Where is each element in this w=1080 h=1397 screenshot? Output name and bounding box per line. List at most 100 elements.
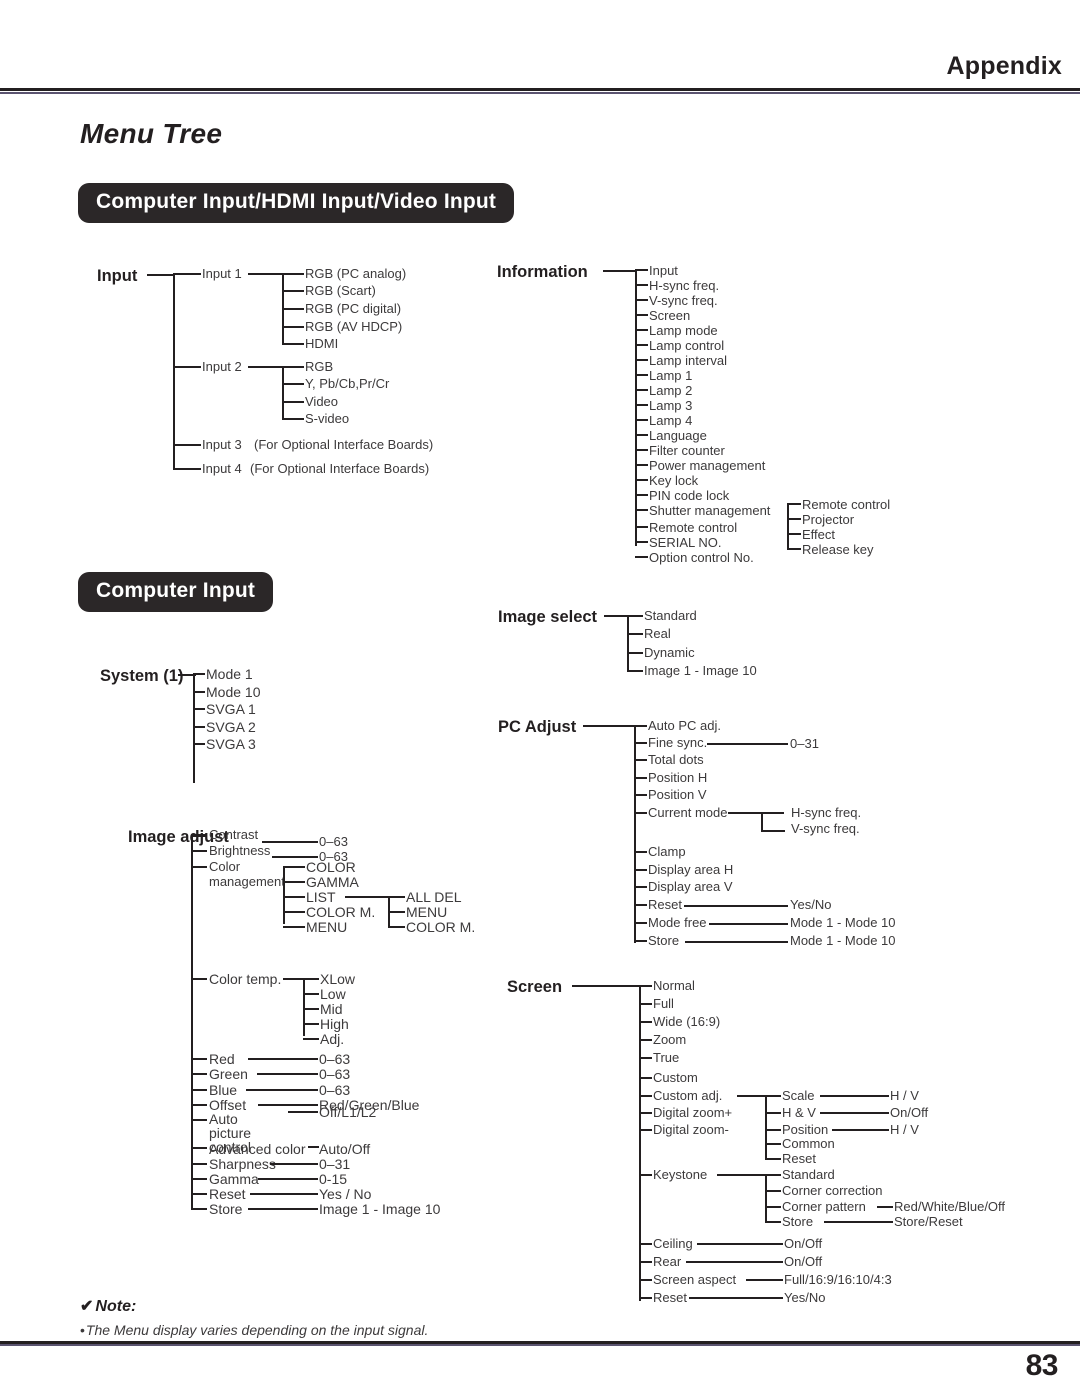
connector: [248, 1058, 318, 1061]
tree-leaf: Standard: [644, 608, 697, 623]
connector: [272, 856, 318, 859]
tree-node-blue: Blue: [209, 1082, 238, 1098]
connector: [191, 1104, 207, 1107]
connector: [257, 1073, 318, 1076]
connector: [728, 812, 784, 815]
connector: [787, 503, 790, 549]
tree-node-position-h: Position H: [648, 770, 708, 785]
tree-leaf: ALL DEL: [406, 889, 462, 905]
tree-node-screen-aspect: Screen aspect: [653, 1272, 737, 1287]
connector: [639, 1243, 652, 1246]
section-heading-computer-input: Computer Input: [78, 572, 274, 612]
tree-leaf: GAMMA: [306, 874, 359, 890]
connector: [765, 1095, 781, 1098]
tree-value: H / V: [890, 1088, 919, 1103]
connector: [282, 401, 304, 404]
connector: [639, 985, 642, 1301]
tree-node-brightness: Brightness: [209, 843, 271, 858]
connector: [639, 1261, 652, 1264]
tree-note-input-4: (For Optional Interface Boards): [250, 461, 430, 476]
tree-node-advanced-color: Advanced color: [209, 1141, 306, 1157]
connector: [685, 941, 788, 944]
tree-leaf-common: Common: [782, 1136, 835, 1151]
tree-note-input-3: (For Optional Interface Boards): [254, 437, 434, 452]
connector: [787, 518, 801, 521]
tree-leaf: Release key: [802, 542, 874, 557]
connector: [787, 533, 801, 536]
connector: [282, 383, 304, 386]
connector: [303, 1008, 319, 1011]
tree-leaf: H-sync freq.: [791, 805, 862, 820]
tree-node-pc-reset: Reset: [648, 897, 682, 912]
tree-leaf: COLOR M.: [306, 904, 376, 920]
tree-leaf: COLOR: [306, 859, 356, 875]
tree-leaf: V-sync freq.: [649, 293, 718, 308]
connector: [282, 273, 304, 276]
tree-value: 0–63: [319, 1082, 351, 1098]
connector: [765, 1158, 781, 1161]
tree-value: Mode 1 - Mode 10: [790, 933, 896, 948]
connector: [761, 812, 764, 831]
connector: [173, 444, 201, 447]
connector: [191, 1163, 207, 1166]
tree-node-mode-free: Mode free: [648, 915, 707, 930]
tree-leaf: SVGA 3: [206, 736, 256, 752]
connector: [191, 1193, 207, 1196]
connector: [639, 1077, 652, 1080]
tree-leaf: MENU: [306, 919, 348, 935]
connector: [832, 1129, 889, 1132]
connector: [308, 1146, 319, 1149]
connector: [765, 1129, 781, 1132]
connector: [270, 1163, 318, 1166]
connector: [639, 985, 652, 988]
connector: [634, 851, 647, 854]
connector: [707, 743, 788, 746]
connector: [627, 615, 630, 670]
tree-root-image-select: Image select: [498, 608, 598, 626]
tree-node-zoom: Zoom: [653, 1032, 687, 1047]
appendix-section-header: Appendix: [946, 52, 1062, 80]
connector: [765, 1190, 781, 1193]
connector: [634, 725, 637, 943]
tree-value: Yes / No: [319, 1186, 372, 1202]
tree-value: On/Off: [784, 1254, 823, 1269]
connector: [635, 494, 648, 497]
tree-node-red: Red: [209, 1051, 235, 1067]
connector: [746, 1279, 783, 1282]
tree-value: Auto/Off: [319, 1141, 371, 1157]
connector: [288, 1111, 318, 1114]
check-icon: ✔: [80, 1298, 94, 1315]
connector: [639, 1057, 652, 1060]
tree-leaf: Mid: [320, 1001, 343, 1017]
tree-node-store: Store: [209, 1201, 243, 1217]
connector: [173, 273, 201, 276]
tree-root-screen: Screen: [507, 978, 563, 996]
tree-root-pc-adjust: PC Adjust: [498, 718, 577, 736]
tree-node-display-area-v: Display area V: [648, 879, 733, 894]
tree-leaf: RGB: [305, 359, 334, 374]
connector: [634, 759, 647, 762]
connector: [191, 1147, 207, 1150]
tree-node-clamp: Clamp: [648, 844, 686, 859]
tree-value: 0–31: [319, 1156, 351, 1172]
tree-leaf: PIN code lock: [649, 488, 730, 503]
tree-value: On/Off: [784, 1236, 823, 1251]
connector: [697, 1243, 783, 1246]
tree-leaf: Adj.: [320, 1031, 345, 1047]
connector: [191, 1073, 207, 1076]
connector: [635, 284, 648, 287]
connector: [388, 926, 405, 929]
connector: [250, 1193, 318, 1196]
connector: [634, 742, 647, 745]
connector: [282, 343, 304, 346]
connector: [303, 1023, 319, 1026]
connector: [303, 993, 319, 996]
connector: [191, 866, 207, 869]
tree-leaf: RGB (Scart): [305, 283, 376, 298]
tree-node-true: True: [653, 1050, 680, 1065]
connector: [639, 1003, 652, 1006]
connector: [258, 1104, 318, 1107]
tree-node-current-mode: Current mode: [648, 805, 728, 820]
tree-leaf: Remote control: [802, 497, 891, 512]
tree-value: 0–63: [319, 834, 348, 849]
